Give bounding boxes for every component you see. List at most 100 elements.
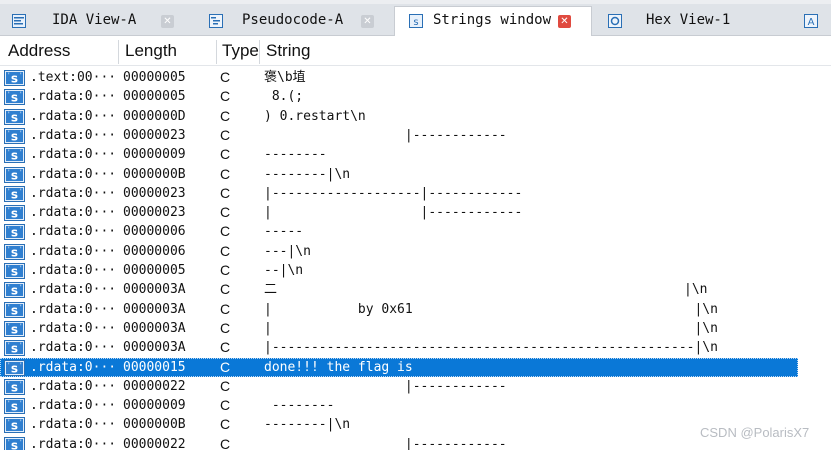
cell-address: .rdata:0···: [30, 185, 117, 201]
column-divider[interactable]: [259, 40, 260, 64]
column-header-string[interactable]: String: [266, 36, 310, 66]
string-icon: s ' ': [4, 166, 25, 183]
cell-length: 00000005: [123, 263, 186, 278]
tab-structures[interactable]: A: [796, 6, 831, 36]
tab-pseudocode[interactable]: Pseudocode-A ✕: [196, 6, 386, 36]
svg-text:s: s: [11, 303, 18, 317]
table-row[interactable]: s ' ' .rdata:0··· 00000006 C -----: [0, 222, 831, 241]
svg-text:s: s: [11, 438, 18, 450]
table-row[interactable]: s ' ' .rdata:0··· 00000009 C --------: [0, 145, 831, 164]
svg-text:s: s: [11, 72, 18, 86]
hex-view-icon: [608, 14, 622, 28]
close-icon[interactable]: ✕: [558, 15, 571, 28]
table-row[interactable]: s ' ' .rdata:0··· 00000023 C |----------------…: [0, 184, 831, 203]
ida-view-icon: [12, 14, 26, 28]
watermark: CSDN @PolarisX7: [700, 425, 810, 440]
cell-address: .rdata:0···: [30, 417, 117, 433]
svg-text:s: s: [11, 342, 18, 356]
cell-string: --------: [264, 147, 327, 163]
cell-length: 0000000B: [123, 166, 186, 182]
cell-string: -----: [264, 224, 304, 240]
svg-text:s: s: [11, 91, 18, 105]
close-icon[interactable]: ✕: [161, 15, 174, 28]
string-icon: s ' ': [4, 282, 25, 299]
cell-length: 00000023: [123, 205, 186, 221]
cell-length: 0000003A: [123, 320, 186, 336]
cell-address: .rdata:0···: [30, 320, 117, 336]
cell-address: .rdata:0···: [30, 378, 117, 394]
cell-address: .rdata:0···: [30, 243, 117, 259]
string-icon: s ' ': [4, 147, 25, 164]
table-row[interactable]: s ' ' .rdata:0··· 0000003A C 二 |\n: [0, 280, 831, 299]
column-divider[interactable]: [118, 40, 119, 64]
cell-string: |---------------------------------------…: [264, 340, 718, 356]
cell-type: C: [220, 435, 231, 450]
table-row[interactable]: s ' ' .rdata:0··· 00000022 C |------------: [0, 377, 831, 396]
cell-length: 00000009: [123, 398, 186, 414]
cell-type: C: [220, 204, 231, 221]
tab-ida-view[interactable]: IDA View-A ✕: [0, 6, 190, 36]
tab-label: Pseudocode-A: [242, 12, 344, 28]
cell-length: 00000005: [123, 70, 186, 85]
cell-length: 00000022: [123, 436, 186, 450]
table-row[interactable]: s ' ' .rdata:0··· 00000023 C |------------: [0, 126, 831, 145]
svg-text:s: s: [11, 284, 18, 298]
cell-length: 00000009: [123, 147, 186, 163]
table-row[interactable]: s ' ' .rdata:0··· 00000023 C | |------------: [0, 203, 831, 222]
cell-address: .rdata:0···: [30, 398, 117, 414]
column-header-address[interactable]: Address: [8, 36, 70, 66]
svg-text:s: s: [11, 245, 18, 259]
table-row[interactable]: s ' ' .rdata:0··· 00000005 C 8.(;: [0, 87, 831, 106]
cell-address: .rdata:0···: [30, 205, 117, 221]
svg-text:s: s: [413, 17, 418, 28]
table-row[interactable]: s ' ' .rdata:0··· 0000000D C) 0.restart\n: [0, 107, 831, 126]
table-row[interactable]: s ' ' .rdata:0··· 0000003A C | |\n: [0, 319, 831, 338]
cell-address: .rdata:0···: [30, 436, 117, 450]
table-row[interactable]: s ' ' .rdata:0··· 00000006 C ---|\n: [0, 242, 831, 261]
cell-address: .text:00···: [30, 70, 117, 85]
string-icon: s ' ': [4, 263, 25, 279]
table-row[interactable]: s ' ' .rdata:0··· 0000003A C |----------------…: [0, 338, 831, 357]
svg-text:A: A: [808, 17, 815, 28]
table-row[interactable]: s ' ' .rdata:0··· 00000009 C --------: [0, 396, 831, 415]
svg-text:s: s: [11, 110, 18, 124]
cell-string: done!!! the flag is: [264, 359, 413, 375]
cell-address: .rdata:0···: [30, 166, 117, 182]
svg-text:s: s: [11, 149, 18, 163]
cell-string: |------------: [264, 378, 507, 394]
tab-label: IDA View-A: [52, 12, 137, 28]
string-icon: s ' ': [4, 89, 25, 106]
cell-string: ---|\n: [264, 243, 311, 259]
cell-type: C: [220, 281, 231, 298]
table-row[interactable]: s ' ' .rdata:0··· 0000000B C --------|\n: [0, 165, 831, 184]
cell-type: C: [220, 358, 231, 375]
cell-length: 00000022: [123, 378, 186, 394]
cell-string: --|\n: [264, 263, 304, 278]
cell-type: C: [220, 223, 231, 240]
tab-label: Strings window: [433, 12, 552, 28]
close-icon[interactable]: ✕: [361, 15, 374, 28]
string-icon: s ' ': [4, 359, 25, 376]
column-divider[interactable]: [216, 40, 217, 64]
table-row[interactable]: s ' ' .rdata:0··· 00000015 Cdone!!! the flag …: [0, 357, 831, 377]
cell-address: .rdata:0···: [30, 340, 117, 356]
string-icon: s ' ': [4, 320, 25, 337]
svg-text:s: s: [11, 380, 18, 394]
column-header-type[interactable]: Type: [222, 36, 259, 66]
table-row[interactable]: s ' ' .text:00··· 00000005 C 褒\b埴: [0, 68, 831, 87]
cell-string: --------|\n: [264, 166, 351, 182]
table-row[interactable]: s ' ' .rdata:0··· 00000005 C --|\n: [0, 261, 831, 280]
string-icon: s ' ': [4, 417, 25, 434]
table-row[interactable]: s ' ' .rdata:0··· 0000003A C | by 0x61 |\n: [0, 300, 831, 319]
string-icon: s ' ': [4, 108, 25, 125]
tab-strings-window[interactable]: s Strings window ✕: [394, 6, 592, 37]
cell-type: C: [220, 88, 231, 105]
tab-bar: IDA View-A ✕ Pseudocode-A ✕ s Strings wi…: [0, 4, 831, 37]
column-header-length[interactable]: Length: [125, 36, 177, 66]
cell-length: 00000015: [123, 359, 186, 375]
cell-type: C: [220, 146, 231, 163]
svg-text:s: s: [11, 400, 18, 414]
cell-length: 0000003A: [123, 340, 186, 356]
tab-hex-view[interactable]: Hex View-1: [598, 6, 788, 36]
svg-text:s: s: [11, 226, 18, 240]
